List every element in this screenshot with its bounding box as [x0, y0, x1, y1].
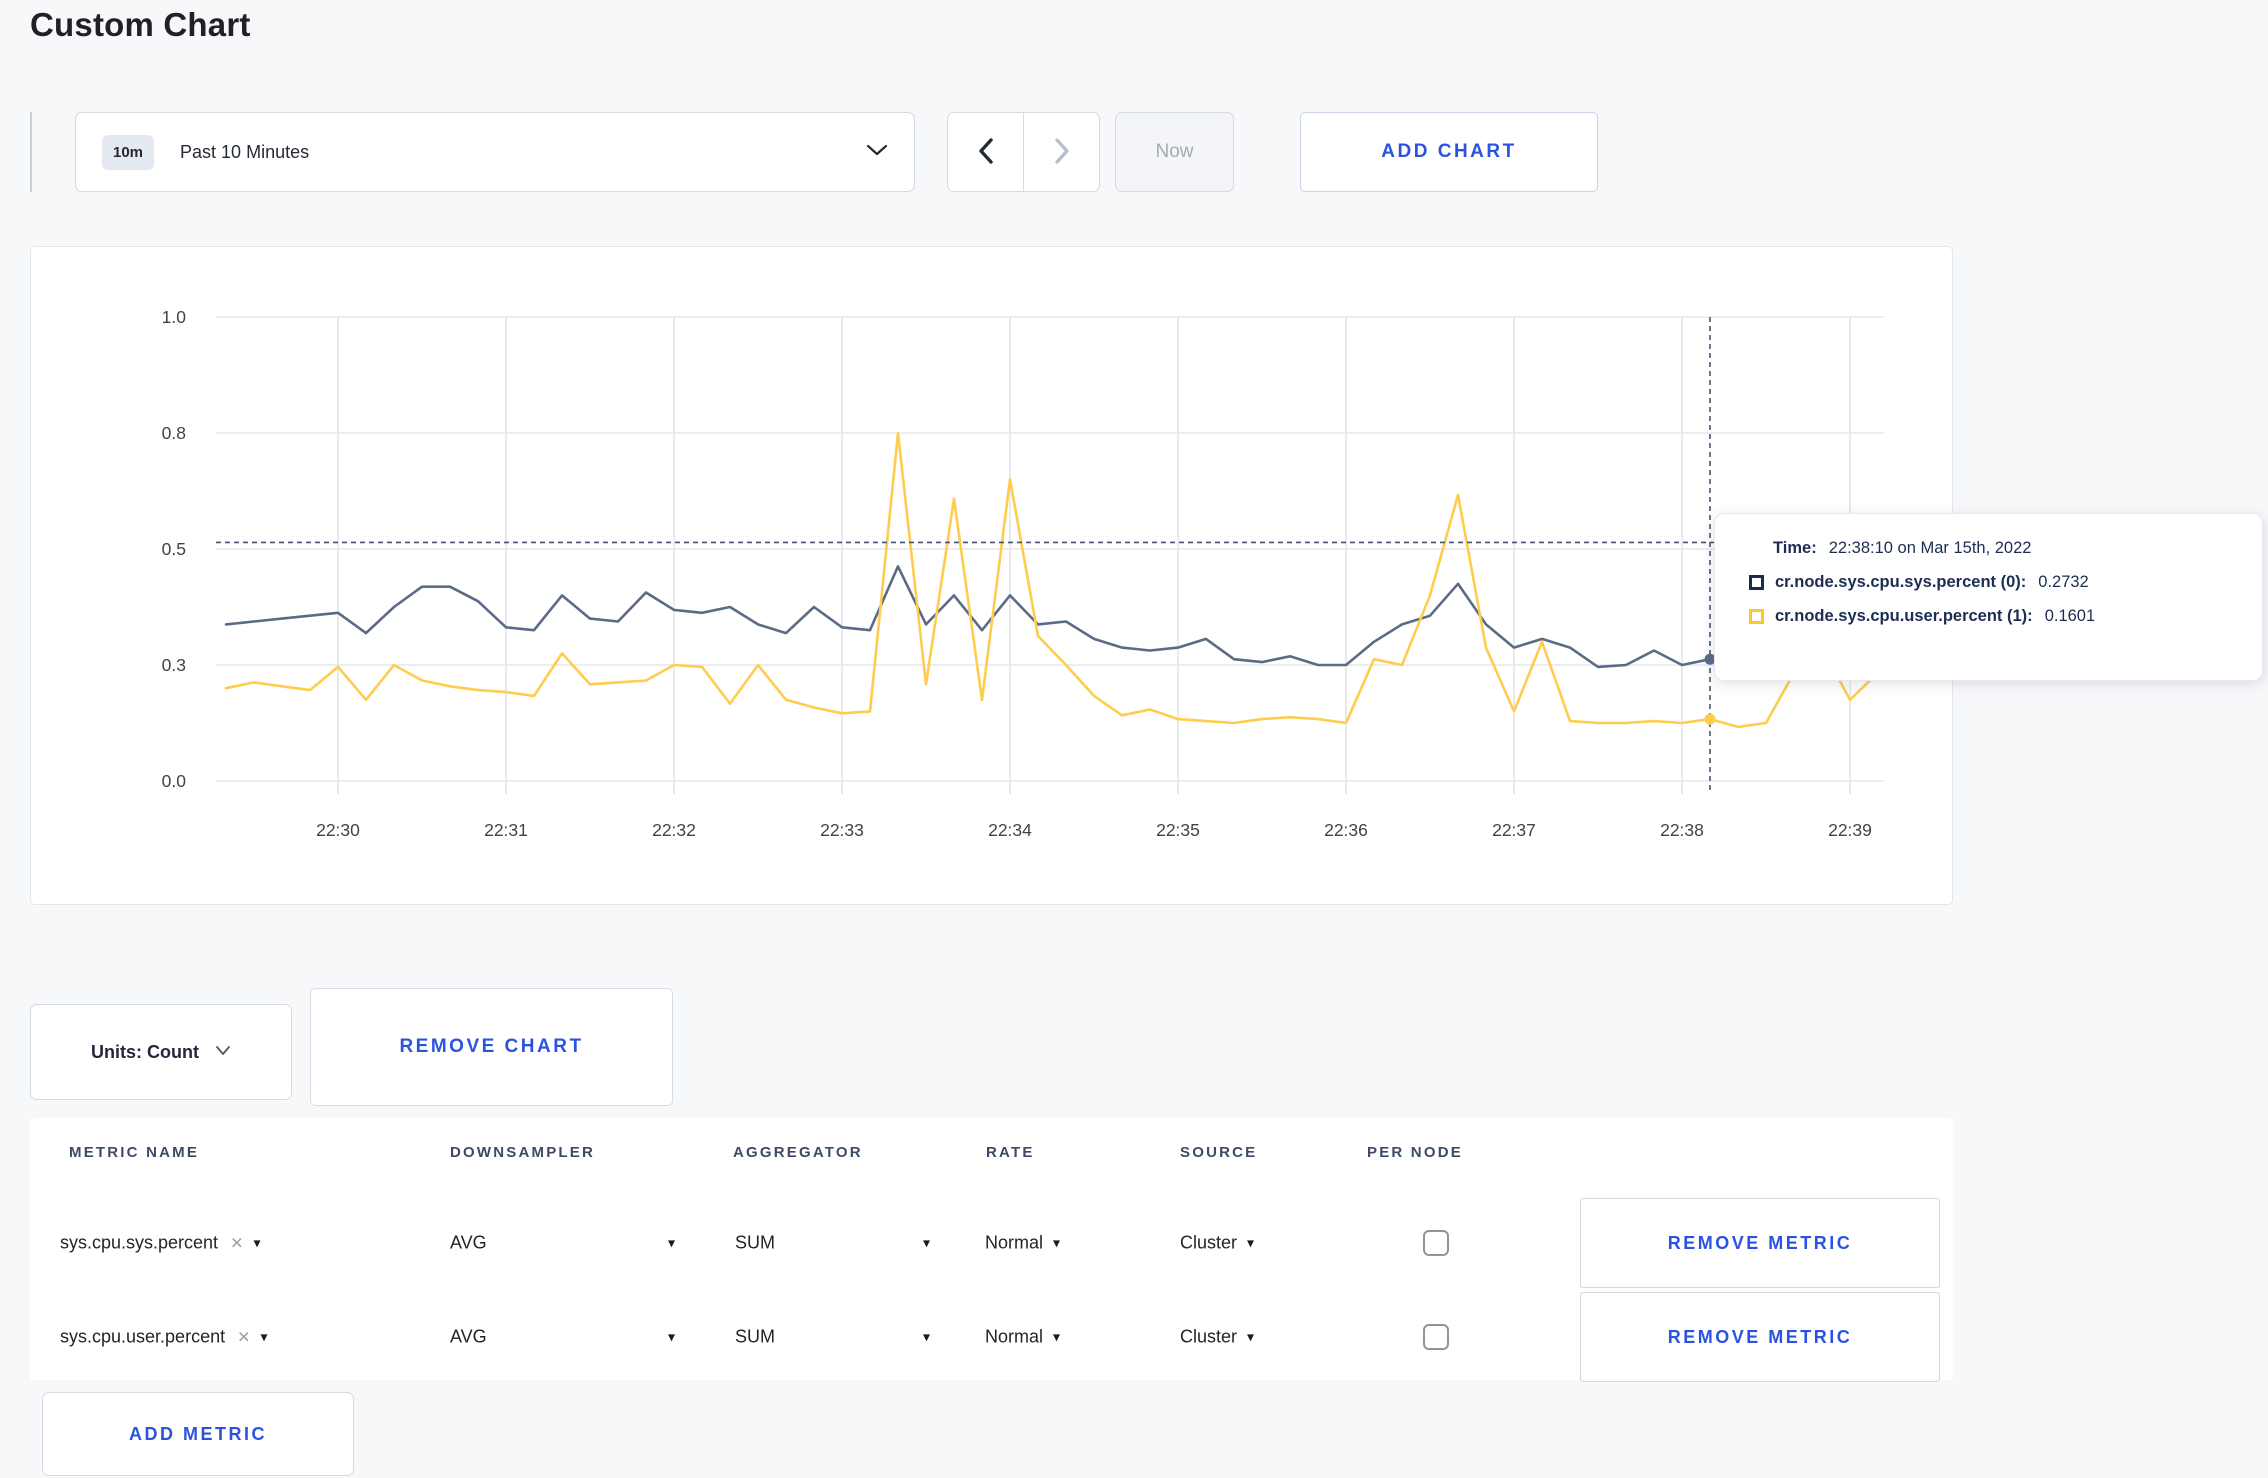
dropdown-caret-icon: ▾: [667, 1328, 675, 1345]
toolbar-divider: [30, 112, 32, 192]
col-header-downsampler: DOWNSAMPLER: [450, 1144, 596, 1161]
metric-name-select[interactable]: sys.cpu.sys.percent ✕ ▾: [60, 1233, 261, 1254]
svg-text:0.5: 0.5: [162, 539, 186, 559]
aggregator-value: SUM: [735, 1326, 775, 1347]
svg-text:22:30: 22:30: [316, 820, 360, 840]
col-header-rate: RATE: [986, 1144, 1035, 1161]
time-range-pager: [947, 112, 1100, 192]
tooltip-time-label: Time:: [1773, 539, 1817, 557]
source-select[interactable]: Cluster ▾: [1180, 1327, 1254, 1348]
series-user-swatch-icon: [1749, 609, 1764, 624]
chart-tooltip: Time: 22:38:10 on Mar 15th, 2022 cr.node…: [1714, 513, 2263, 681]
col-header-metric-name: METRIC NAME: [69, 1144, 200, 1161]
svg-text:0.0: 0.0: [162, 771, 187, 791]
downsampler-value: AVG: [450, 1326, 487, 1347]
rate-select[interactable]: Normal ▾: [985, 1327, 1060, 1348]
dropdown-caret-icon: ▾: [253, 1234, 261, 1251]
cpu-usage-chart[interactable]: 22:30 22:31 22:32 22:33 22:34 22:35 22:36 22:37…: [31, 247, 1954, 906]
tooltip-series-sys-label: cr.node.sys.cpu.sys.percent (0):: [1775, 573, 2027, 591]
remove-metric-button[interactable]: REMOVE METRIC: [1580, 1198, 1940, 1288]
source-select[interactable]: Cluster ▾: [1180, 1233, 1254, 1254]
series-sys-swatch-icon: [1749, 575, 1764, 590]
svg-text:22:34: 22:34: [988, 820, 1032, 840]
units-select[interactable]: Units: Count: [30, 1004, 292, 1100]
per-node-checkbox[interactable]: [1423, 1230, 1449, 1256]
svg-text:22:32: 22:32: [652, 820, 696, 840]
prev-range-button[interactable]: [948, 113, 1023, 191]
metric-row-sys: sys.cpu.sys.percent ✕ ▾ AVG ▾ SUM ▾ Norm…: [30, 1196, 1953, 1290]
dropdown-caret-icon: ▾: [1053, 1234, 1061, 1251]
dropdown-caret-icon: ▾: [922, 1328, 930, 1345]
per-node-checkbox[interactable]: [1423, 1324, 1449, 1350]
dropdown-caret-icon: ▾: [922, 1234, 930, 1251]
remove-metric-button[interactable]: REMOVE METRIC: [1580, 1292, 1940, 1382]
rate-value: Normal: [985, 1326, 1044, 1347]
now-button[interactable]: Now: [1115, 112, 1234, 192]
chart-card: 22:30 22:31 22:32 22:33 22:34 22:35 22:36 22:37…: [30, 246, 1953, 905]
tooltip-series-user-label: cr.node.sys.cpu.user.percent (1):: [1775, 607, 2033, 625]
tooltip-time-value: 22:38:10 on Mar 15th, 2022: [1828, 539, 2032, 557]
rate-select[interactable]: Normal ▾: [985, 1233, 1060, 1254]
rate-value: Normal: [985, 1232, 1044, 1253]
range-shortcut-badge: 10m: [102, 134, 155, 170]
dropdown-caret-icon: ▾: [667, 1234, 675, 1251]
chevron-down-icon: [866, 143, 888, 162]
clear-metric-icon[interactable]: ✕: [237, 1327, 250, 1347]
svg-text:1.0: 1.0: [162, 307, 187, 327]
add-metric-button[interactable]: ADD METRIC: [42, 1392, 354, 1476]
remove-chart-button[interactable]: REMOVE CHART: [310, 988, 673, 1106]
svg-text:22:31: 22:31: [484, 820, 528, 840]
aggregator-value: SUM: [735, 1232, 775, 1253]
dropdown-caret-icon: ▾: [1053, 1328, 1061, 1345]
source-value: Cluster: [1180, 1326, 1238, 1347]
metric-row-user: sys.cpu.user.percent ✕ ▾ AVG ▾ SUM ▾ Nor…: [30, 1290, 1953, 1384]
tooltip-series-user-value: 0.1601: [2044, 607, 2096, 625]
clear-metric-icon[interactable]: ✕: [230, 1233, 243, 1253]
svg-text:22:39: 22:39: [1828, 820, 1872, 840]
svg-text:22:33: 22:33: [820, 820, 864, 840]
metric-name-select[interactable]: sys.cpu.user.percent ✕ ▾: [60, 1327, 268, 1348]
dropdown-caret-icon: ▾: [260, 1328, 268, 1345]
col-header-per-node: PER NODE: [1367, 1144, 1463, 1161]
col-header-source: SOURCE: [1180, 1144, 1258, 1161]
add-chart-button[interactable]: ADD CHART: [1300, 112, 1598, 192]
svg-text:22:36: 22:36: [1324, 820, 1368, 840]
next-range-button[interactable]: [1023, 113, 1099, 191]
svg-text:22:37: 22:37: [1492, 820, 1536, 840]
svg-text:0.8: 0.8: [162, 423, 186, 443]
metric-name-text: sys.cpu.user.percent: [60, 1326, 226, 1347]
time-range-select[interactable]: 10m Past 10 Minutes: [75, 112, 915, 192]
chevron-left-icon: [978, 137, 994, 167]
metrics-table: METRIC NAME DOWNSAMPLER AGGREGATOR RATE …: [30, 1118, 1953, 1382]
page-title: Custom Chart: [30, 6, 251, 43]
units-label: Units: Count: [91, 1041, 199, 1062]
svg-text:22:35: 22:35: [1156, 820, 1200, 840]
dropdown-caret-icon: ▾: [1247, 1328, 1255, 1345]
col-header-aggregator: AGGREGATOR: [733, 1144, 863, 1161]
range-label: Past 10 Minutes: [180, 141, 310, 162]
svg-text:0.3: 0.3: [162, 655, 186, 675]
svg-text:22:38: 22:38: [1660, 820, 1704, 840]
metric-name-text: sys.cpu.sys.percent: [60, 1232, 219, 1253]
chevron-down-icon: [215, 1043, 231, 1061]
aggregator-select[interactable]: SUM ▾: [735, 1233, 930, 1254]
aggregator-select[interactable]: SUM ▾: [735, 1327, 930, 1348]
tooltip-series-sys-value: 0.2732: [2038, 573, 2089, 591]
dropdown-caret-icon: ▾: [1247, 1234, 1255, 1251]
chevron-right-icon: [1054, 137, 1070, 167]
downsampler-value: AVG: [450, 1232, 487, 1253]
source-value: Cluster: [1180, 1232, 1238, 1253]
downsampler-select[interactable]: AVG ▾: [450, 1327, 675, 1348]
downsampler-select[interactable]: AVG ▾: [450, 1233, 675, 1254]
